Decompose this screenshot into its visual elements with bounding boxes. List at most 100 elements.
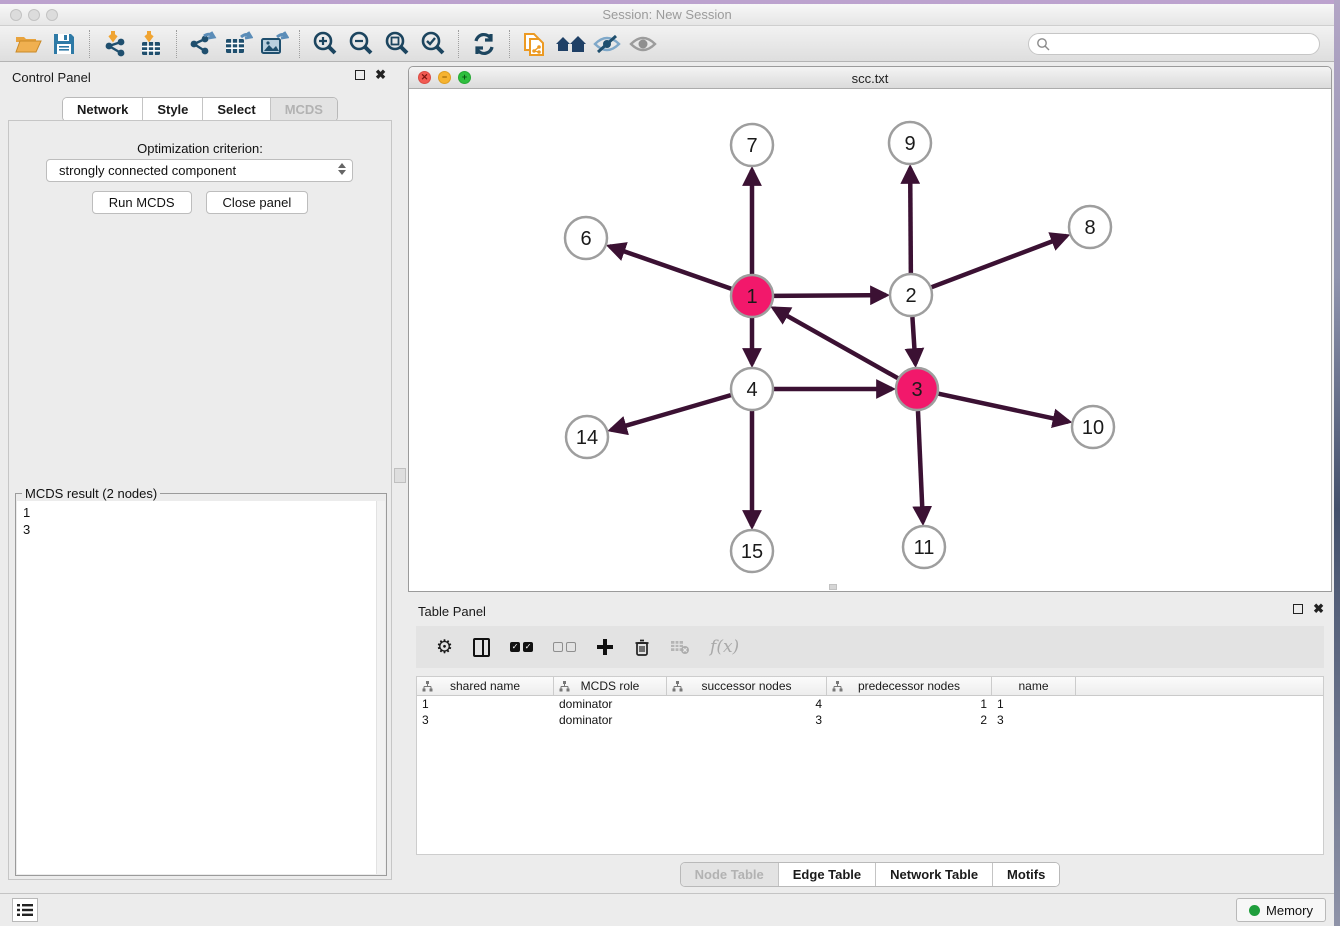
column-header-shared-name[interactable]: shared name: [417, 677, 554, 695]
clone-network-button[interactable]: [517, 28, 553, 60]
export-table-button[interactable]: [220, 28, 256, 60]
control-panel-header: Control Panel ✖: [0, 62, 400, 92]
result-scrollbar[interactable]: [376, 501, 385, 874]
graph-edge-1-6[interactable]: [610, 246, 732, 288]
home-button[interactable]: [553, 28, 589, 60]
memory-button[interactable]: Memory: [1236, 898, 1326, 922]
sort-tree-icon: [559, 681, 570, 692]
clone-network-icon: [521, 30, 549, 58]
zoom-selected-button[interactable]: [415, 28, 451, 60]
toolbar-separator: [299, 30, 300, 58]
mcds-result-title: MCDS result (2 nodes): [22, 486, 160, 501]
graph-edge-2-8[interactable]: [932, 236, 1067, 287]
cell-mcds-role[interactable]: dominator: [554, 696, 667, 712]
sort-tree-icon: [672, 681, 683, 692]
zoom-in-button[interactable]: [307, 28, 343, 60]
import-network-button[interactable]: [97, 28, 133, 60]
mcds-result-list[interactable]: 1 3: [17, 501, 385, 874]
table-row[interactable]: 3 dominator 3 2 3: [417, 712, 1323, 728]
canvas-resize-handle[interactable]: [829, 584, 837, 590]
close-panel-button[interactable]: Close panel: [206, 191, 309, 214]
tab-mcds[interactable]: MCDS: [271, 98, 337, 121]
column-header-mcds-role[interactable]: MCDS role: [554, 677, 667, 695]
tab-edge-table[interactable]: Edge Table: [779, 863, 876, 886]
network-graph[interactable]: 7968124314101511: [410, 89, 1330, 591]
refresh-icon: [470, 31, 498, 57]
tab-select[interactable]: Select: [203, 98, 270, 121]
open-session-button[interactable]: [10, 28, 46, 60]
unchecked-box-icon: [566, 642, 576, 652]
cell-predecessor-nodes[interactable]: 1: [827, 696, 992, 712]
column-header-successor-nodes[interactable]: successor nodes: [667, 677, 827, 695]
graph-edge-2-3[interactable]: [912, 317, 915, 364]
deselect-all-icon[interactable]: [553, 642, 576, 652]
control-panel: Control Panel ✖ Network Style Select MCD…: [0, 62, 400, 893]
zoom-out-button[interactable]: [343, 28, 379, 60]
network-view-window: ✕ − + scc.txt 7968124314101511: [408, 66, 1332, 592]
tab-node-table[interactable]: Node Table: [681, 863, 779, 886]
cell-shared-name[interactable]: 1: [417, 696, 554, 712]
graph-edge-2-9[interactable]: [910, 168, 911, 273]
cell-shared-name[interactable]: 3: [417, 712, 554, 728]
delete-row-icon[interactable]: [634, 638, 650, 657]
export-image-button[interactable]: [256, 28, 292, 60]
add-row-icon[interactable]: [596, 638, 614, 656]
toolbar-separator: [89, 30, 90, 58]
network-window-titlebar[interactable]: ✕ − + scc.txt: [409, 67, 1331, 89]
run-mcds-button[interactable]: Run MCDS: [92, 191, 192, 214]
select-all-icon[interactable]: ✓ ✓: [510, 642, 533, 652]
cell-name[interactable]: 1: [992, 696, 1076, 712]
sort-tree-icon: [832, 681, 843, 692]
cell-successor-nodes[interactable]: 3: [667, 712, 827, 728]
float-table-panel-icon[interactable]: [1293, 604, 1303, 614]
settings-gear-icon[interactable]: ⚙: [436, 636, 453, 659]
optimization-criterion-select[interactable]: strongly connected component: [46, 159, 353, 182]
search-icon: [1036, 37, 1050, 51]
table-panel: Table Panel ✖ ⚙ ✓ ✓: [408, 596, 1332, 893]
cell-mcds-role[interactable]: dominator: [554, 712, 667, 728]
graph-edge-3-1[interactable]: [774, 308, 898, 378]
cell-successor-nodes[interactable]: 4: [667, 696, 827, 712]
column-header-predecessor-nodes[interactable]: predecessor nodes: [827, 677, 992, 695]
float-panel-icon[interactable]: [355, 70, 365, 80]
fx-function-icon[interactable]: f(x): [710, 637, 739, 657]
tab-style[interactable]: Style: [143, 98, 203, 121]
export-table-icon: [223, 30, 253, 58]
task-history-button[interactable]: [12, 898, 38, 922]
control-panel-title: Control Panel: [12, 70, 91, 85]
zoom-fit-button[interactable]: [379, 28, 415, 60]
column-header-name[interactable]: name: [992, 677, 1076, 695]
hide-selected-button[interactable]: [589, 28, 625, 60]
tab-network-table[interactable]: Network Table: [876, 863, 993, 886]
refresh-button[interactable]: [466, 28, 502, 60]
show-all-icon: [628, 32, 658, 56]
column-layout-icon[interactable]: [473, 638, 490, 657]
graph-edge-3-10[interactable]: [939, 394, 1069, 422]
graph-node-label-15: 15: [741, 541, 763, 563]
close-panel-icon[interactable]: ✖: [375, 70, 386, 80]
search-input[interactable]: [1028, 33, 1320, 55]
import-table-button[interactable]: [133, 28, 169, 60]
graph-node-label-7: 7: [746, 135, 757, 157]
export-network-button[interactable]: [184, 28, 220, 60]
save-session-button[interactable]: [46, 28, 82, 60]
network-canvas[interactable]: 7968124314101511: [410, 89, 1330, 591]
optimization-criterion-label: Optimization criterion:: [9, 141, 391, 156]
graph-edge-4-14[interactable]: [611, 395, 731, 430]
node-table[interactable]: shared name MCDS role successor nodes pr…: [416, 676, 1324, 855]
network-view-title: scc.txt: [409, 71, 1331, 86]
cell-name[interactable]: 3: [992, 712, 1076, 728]
cell-predecessor-nodes[interactable]: 2: [827, 712, 992, 728]
graph-edge-1-2[interactable]: [774, 295, 886, 296]
table-row[interactable]: 1 dominator 4 1 1: [417, 696, 1323, 712]
graph-edge-3-11[interactable]: [918, 411, 923, 522]
delete-table-icon[interactable]: [670, 639, 690, 655]
close-table-panel-icon[interactable]: ✖: [1313, 604, 1324, 614]
tab-motifs[interactable]: Motifs: [993, 863, 1059, 886]
toolbar-separator: [458, 30, 459, 58]
show-all-button[interactable]: [625, 28, 661, 60]
splitter-handle-icon[interactable]: [394, 468, 406, 483]
hide-selected-icon: [592, 32, 622, 56]
tab-network[interactable]: Network: [63, 98, 143, 121]
panel-splitter[interactable]: [400, 62, 408, 893]
